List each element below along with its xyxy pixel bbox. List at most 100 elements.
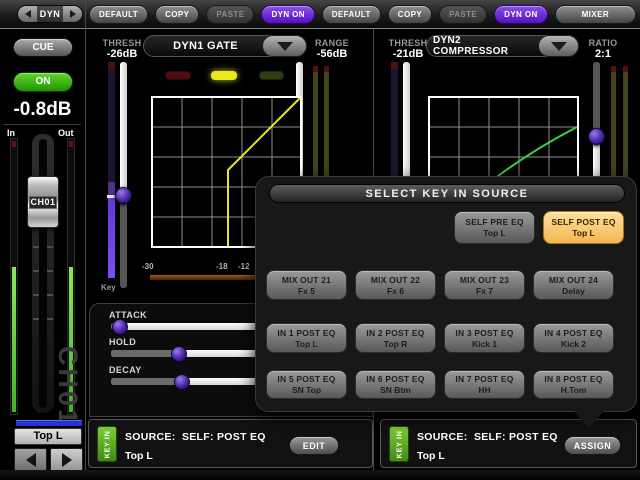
dyn2-thresh-label: THRESH	[385, 38, 431, 48]
popup-pointer-icon	[574, 411, 604, 428]
key-source-button[interactable]: IN 5 POST EQSN Top	[266, 370, 347, 399]
meter-peak-segment	[623, 66, 628, 72]
decay-label: DECAY	[109, 365, 142, 375]
prev-channel-button[interactable]	[14, 448, 47, 472]
key-source-button[interactable]: MIX OUT 24Delay	[533, 270, 614, 300]
toolbar-button[interactable]: PASTE	[439, 5, 487, 24]
keyin-source-name: Top L	[417, 450, 445, 462]
meter-out-label: Out	[58, 128, 74, 138]
divider	[85, 0, 86, 480]
selector-next-button[interactable]	[63, 6, 82, 22]
toolbar-button[interactable]: COPY	[388, 5, 432, 24]
fader-tick	[33, 246, 39, 248]
meter-peak-segment	[69, 141, 73, 147]
hold-slider-thumb[interactable]	[171, 346, 187, 362]
hold-label: HOLD	[109, 337, 136, 347]
key-source-button[interactable]: MIX OUT 21Fx 5	[266, 270, 347, 300]
keyin-edit-button[interactable]: EDIT	[289, 436, 339, 455]
key-source-button[interactable]: MIX OUT 23Fx 7	[444, 270, 525, 300]
toolbar-button[interactable]: PASTE	[206, 5, 254, 24]
chevron-down-icon	[277, 42, 293, 51]
meter-peak-segment	[391, 62, 398, 69]
axis-tick-label: -12	[238, 262, 250, 271]
meter-level-fill	[108, 198, 115, 278]
dyn2-ratio-slider-thumb[interactable]	[588, 128, 605, 145]
key-source-button[interactable]: IN 4 POST EQKick 2	[533, 323, 614, 353]
toolbar-button[interactable]: DYN ON	[261, 5, 315, 24]
top-toolbar: DYN DEFAULT COPY PASTE DYN ON DEFAULT COPY PA…	[0, 0, 640, 29]
key-source-button[interactable]: SELF POST EQTop L	[543, 211, 624, 244]
slider-track	[120, 62, 127, 195]
fader-tick	[47, 318, 53, 320]
dropdown-cap[interactable]	[262, 35, 307, 57]
dyn1-type-value: DYN1 GATE	[150, 36, 261, 56]
decay-slider-thumb[interactable]	[174, 374, 190, 390]
fader-value: -0.8dB	[0, 99, 85, 121]
dyn1-key-label: Key	[101, 283, 116, 292]
attack-slider-thumb[interactable]	[112, 319, 128, 335]
meter-peak-segment	[611, 66, 616, 72]
dyn1-thresh-slider[interactable]	[120, 62, 127, 288]
toolbar-left: DEFAULT COPY PASTE DYN ON	[89, 5, 315, 24]
dyn2-type-dropdown[interactable]: DYN2 COMPRESSOR	[426, 35, 579, 57]
slider-fill	[111, 378, 182, 385]
fader-tick	[47, 294, 53, 296]
popup-row-in-1: IN 1 POST EQTop L IN 2 POST EQTop R IN 3…	[266, 323, 624, 353]
popup-row-mix: MIX OUT 21Fx 5 MIX OUT 22Fx 6 MIX OUT 23…	[266, 270, 624, 300]
key-source-button[interactable]: IN 1 POST EQTop L	[266, 323, 347, 353]
dyn2-ratio-label: RATIO	[580, 38, 626, 48]
key-source-button[interactable]: IN 8 POST EQH.Tom	[533, 370, 614, 399]
meter-level-fill	[12, 267, 16, 412]
selector-label: DYN	[37, 6, 63, 22]
dyn1-thresh-value: -26dB	[99, 48, 145, 60]
toolbar-right: DEFAULT COPY PASTE DYN ON MIXER	[322, 5, 636, 24]
fader-tick	[33, 270, 39, 272]
fader-channel-label: CH01	[29, 196, 57, 209]
key-source-button[interactable]: SELF PRE EQTop L	[454, 211, 535, 244]
axis-tick-label: -18	[216, 262, 228, 271]
keyin-tab: KEY IN	[97, 426, 117, 462]
gate-led-red	[165, 71, 191, 80]
key-source-button[interactable]: IN 6 POST EQSN Btm	[355, 370, 436, 399]
arrow-left-icon	[25, 10, 31, 18]
toolbar-button[interactable]: COPY	[155, 5, 199, 24]
key-source-button[interactable]: IN 3 POST EQKick 1	[444, 323, 525, 353]
meter-in-label: In	[7, 128, 15, 138]
divider	[4, 124, 81, 125]
attack-label: ATTACK	[109, 310, 147, 320]
dyn1-thresh-slider-thumb[interactable]	[115, 187, 132, 204]
dropdown-cap[interactable]	[538, 35, 579, 57]
meter-peak-segment	[108, 62, 115, 69]
toolbar-button[interactable]: DEFAULT	[89, 5, 148, 24]
channel-watermark: CH01	[52, 346, 83, 427]
axis-tick-label: -30	[142, 262, 154, 271]
cue-button[interactable]: CUE	[13, 38, 73, 57]
key-source-button[interactable]: IN 7 POST EQHH	[444, 370, 525, 399]
meter-segment	[108, 182, 115, 195]
popup-title: SELECT KEY IN SOURCE	[269, 184, 625, 203]
dyn2-type-value: DYN2 COMPRESSOR	[433, 36, 537, 56]
toolbar-button[interactable]: MIXER	[555, 5, 636, 24]
dyn1-type-dropdown[interactable]: DYN1 GATE	[143, 35, 307, 57]
channel-color-bar	[16, 420, 82, 426]
channel-name-label: Top L	[14, 428, 82, 445]
dyn1-range-label: RANGE	[309, 38, 355, 48]
dyn2-thresh-value: -21dB	[385, 48, 431, 60]
meter-peak-segment	[12, 141, 16, 147]
toolbar-button[interactable]: DEFAULT	[322, 5, 381, 24]
arrow-right-icon	[70, 10, 76, 18]
fader-tick	[47, 246, 53, 248]
channel-fader-knob[interactable]: CH01	[27, 176, 59, 228]
arrow-left-icon	[26, 453, 36, 467]
key-source-button[interactable]: MIX OUT 22Fx 6	[355, 270, 436, 300]
popup-row-self: SELF PRE EQTop L SELF POST EQTop L	[266, 211, 624, 244]
key-source-button[interactable]: IN 2 POST EQTop R	[355, 323, 436, 353]
next-channel-button[interactable]	[50, 448, 83, 472]
dyn1-key-meter	[108, 62, 115, 278]
arrow-right-icon	[62, 453, 72, 467]
dyn2-ratio-value: 2:1	[580, 48, 626, 60]
keyin-assign-button[interactable]: ASSIGN	[564, 436, 621, 455]
toolbar-button[interactable]: DYN ON	[494, 5, 548, 24]
selector-prev-button[interactable]	[18, 6, 37, 22]
channel-on-button[interactable]: ON	[13, 72, 73, 92]
